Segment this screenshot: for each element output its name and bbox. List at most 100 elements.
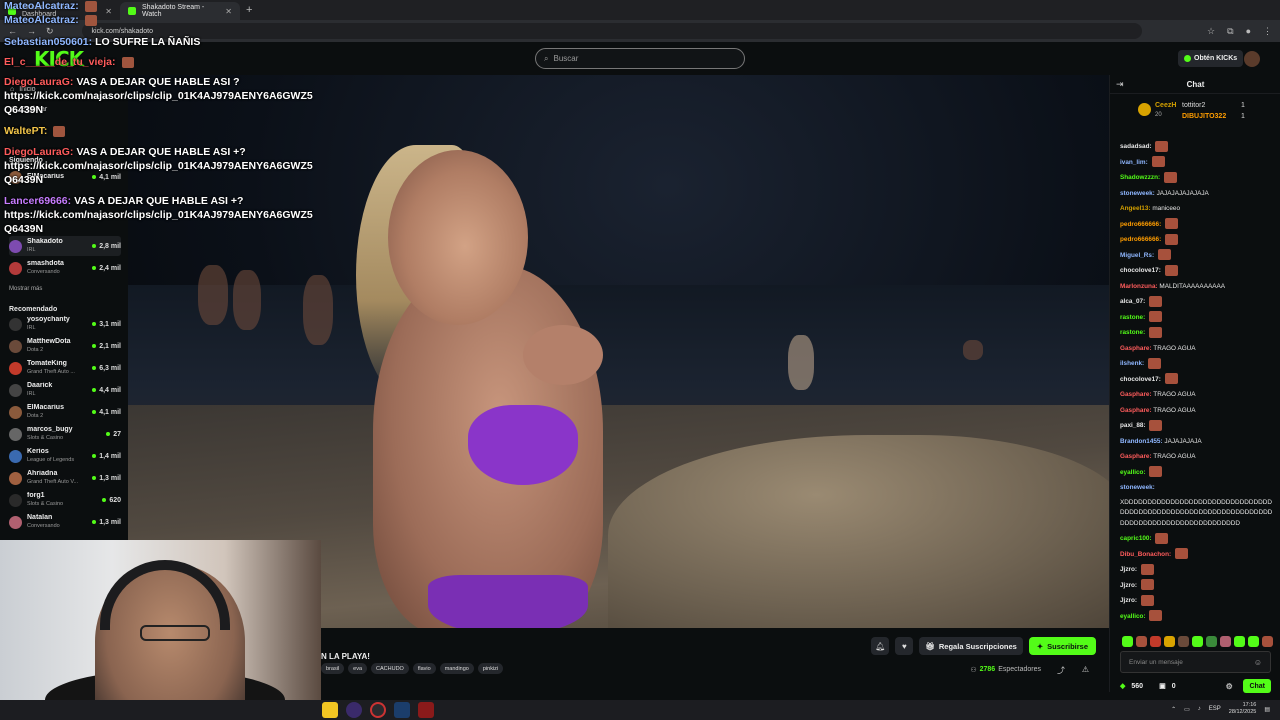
notification-bell-button[interactable]: 🔔︎ <box>871 637 890 655</box>
chat-username[interactable]: ilshenk: <box>1120 360 1144 367</box>
url-field[interactable]: kick.com/shakadoto <box>81 23 1142 39</box>
chat-username[interactable]: Jjzro: <box>1120 597 1137 604</box>
chat-username[interactable]: Jjzro: <box>1120 582 1137 589</box>
steam-icon[interactable] <box>394 702 410 718</box>
network-icon[interactable]: ▭ <box>1184 706 1190 713</box>
sidebar-channel[interactable]: MatthewDota Dota 2 2,1 mil <box>9 336 121 356</box>
chat-username[interactable]: Gasphare: <box>1120 345 1152 352</box>
chat-username[interactable]: paxi_88: <box>1120 422 1146 429</box>
sidebar-channel-shakadoto[interactable]: Shakadoto IRL 2,8 mil <box>9 236 121 256</box>
chat-username[interactable]: eyallico: <box>1120 613 1146 620</box>
subscribe-button[interactable]: ✦ Suscribirse <box>1028 637 1096 655</box>
chevron-up-icon[interactable]: ⌃ <box>1171 706 1176 713</box>
sidebar-channel[interactable]: Ahriadna Grand Theft Auto V... 1,3 mil <box>9 468 121 488</box>
search-input[interactable] <box>553 54 724 63</box>
gear-icon[interactable]: ⚙ <box>1226 682 1233 691</box>
emote-icon[interactable] <box>1234 636 1245 647</box>
chat-username[interactable]: stoneweek: <box>1120 484 1155 491</box>
sidebar-channel-smashdota[interactable]: smashdota Conversando 2,4 mil <box>9 258 121 278</box>
extensions-icon[interactable]: ⧉ <box>1227 26 1233 37</box>
chat-username[interactable]: Dibu_Bonachon: <box>1120 551 1171 558</box>
obs-icon[interactable] <box>346 702 362 718</box>
top-gifter-name[interactable]: CeezH <box>1155 102 1176 109</box>
chat-username[interactable]: rastone: <box>1120 314 1145 321</box>
emote-icon[interactable] <box>1206 636 1217 647</box>
chat-username[interactable]: chocolove17: <box>1120 376 1161 383</box>
chat-username[interactable]: Angeel13: <box>1120 205 1151 212</box>
sidebar-channel[interactable]: TomateKing Grand Theft Auto ... 6,3 mil <box>9 358 121 378</box>
show-more-link[interactable]: Mostrar más <box>9 286 42 292</box>
gift-subs-button[interactable]: 🎁︎ Regala Suscripciones <box>919 637 1023 655</box>
clock[interactable]: 17:16 28/12/2025 <box>1229 702 1257 716</box>
back-icon[interactable]: ← <box>8 26 17 36</box>
search-box[interactable]: ⌕ <box>535 48 745 69</box>
pinned-user-2[interactable]: tottitor2 <box>1182 102 1205 109</box>
chat-username[interactable]: Marlonzuna: <box>1120 283 1158 290</box>
chat-username[interactable]: Jjzro: <box>1120 566 1137 573</box>
emote-icon[interactable] <box>1164 636 1175 647</box>
chat-username[interactable]: Shadowzzzn: <box>1120 174 1160 181</box>
chat-username[interactable]: chocolove17: <box>1120 267 1161 274</box>
chat-send-button[interactable]: Chat <box>1243 679 1271 693</box>
sidebar-channel[interactable]: yosoychanty IRL 3,1 mil <box>9 314 121 334</box>
app-icon[interactable] <box>418 702 434 718</box>
emote-icon[interactable] <box>1178 636 1189 647</box>
sidebar-channel[interactable]: Natalan Conversando 1,3 mil <box>9 512 121 532</box>
sidebar-channel[interactable]: forg1 Slots & Casino 620 <box>9 490 121 510</box>
emote-icon[interactable] <box>1248 636 1259 647</box>
emote-icon[interactable] <box>1262 636 1273 647</box>
user-avatar[interactable] <box>1244 51 1260 67</box>
bookmark-star-icon[interactable]: ☆ <box>1207 26 1215 37</box>
language-indicator[interactable]: ESP <box>1209 706 1221 712</box>
chat-username[interactable]: stoneweek: <box>1120 190 1155 197</box>
notification-icon[interactable]: ▤ <box>1264 706 1270 713</box>
emoji-icon[interactable]: ☺ <box>1254 658 1262 667</box>
volume-icon[interactable]: ♪ <box>1198 706 1201 712</box>
stream-tag[interactable]: eva <box>348 663 368 674</box>
collapse-chat-icon[interactable]: ⇥ <box>1116 79 1124 90</box>
sidebar-channel[interactable]: marcos_bugy Slots & Casino 27 <box>9 424 121 444</box>
chat-username[interactable]: Brandon1455: <box>1120 438 1163 445</box>
reload-icon[interactable]: ↻ <box>46 26 54 37</box>
browser-tab-stream[interactable]: Shakadoto Stream - Watch ✕ <box>120 2 240 20</box>
follow-heart-button[interactable]: ♥ <box>895 637 914 655</box>
file-explorer-icon[interactable] <box>322 702 338 718</box>
chat-input[interactable] <box>1129 658 1249 666</box>
stream-tag[interactable]: flavio <box>412 663 436 674</box>
chat-input-box[interactable]: ☺ <box>1120 651 1271 673</box>
share-icon[interactable]: ⤴ <box>1057 665 1065 676</box>
forward-icon[interactable]: → <box>27 26 36 36</box>
emote-icon[interactable] <box>1136 636 1147 647</box>
close-tab-icon[interactable]: ✕ <box>225 7 232 16</box>
profile-icon[interactable]: ● <box>1246 26 1251 37</box>
chat-username[interactable]: Gasphare: <box>1120 453 1152 460</box>
chat-username[interactable]: pedro666666: <box>1120 221 1161 228</box>
stream-tag[interactable]: pinkizi <box>477 663 504 674</box>
chat-username[interactable]: Gasphare: <box>1120 391 1152 398</box>
pinned-user-3[interactable]: DIBUJITO322 <box>1182 113 1226 120</box>
chat-username[interactable]: Miguel_Rs: <box>1120 252 1154 259</box>
emote-icon[interactable] <box>1122 636 1133 647</box>
chat-username[interactable]: alca_07: <box>1120 298 1145 305</box>
get-kicks-button[interactable]: Obtén KICKs <box>1178 50 1244 67</box>
chat-username[interactable]: ivan_lim: <box>1120 159 1148 166</box>
browser-icon[interactable] <box>370 702 386 718</box>
chat-username[interactable]: Gasphare: <box>1120 407 1152 414</box>
close-tab-icon[interactable]: ✕ <box>105 7 112 16</box>
emote-icon[interactable] <box>1150 636 1161 647</box>
chat-username[interactable]: eyallico: <box>1120 469 1146 476</box>
chat-username[interactable]: rastone: <box>1120 329 1145 336</box>
stream-tag[interactable]: mandingo <box>439 663 474 674</box>
emote-icon[interactable] <box>1192 636 1203 647</box>
sidebar-channel[interactable]: Kerios League of Legends 1,4 mil <box>9 446 121 466</box>
chat-username[interactable]: pedro666666: <box>1120 236 1161 243</box>
stream-tag[interactable]: brasil <box>321 663 345 674</box>
sidebar-channel[interactable]: Daarick IRL 4,4 mil <box>9 380 121 400</box>
new-tab-icon[interactable]: + <box>246 4 252 16</box>
chat-username[interactable]: sadadsad: <box>1120 143 1152 150</box>
emote-icon[interactable] <box>1220 636 1231 647</box>
sidebar-channel[interactable]: ElMacarius Dota 2 4,1 mil <box>9 402 121 422</box>
menu-icon[interactable]: ⋮ <box>1263 26 1272 37</box>
chat-username[interactable]: capric100: <box>1120 535 1152 542</box>
stream-tag[interactable]: CACHUDO <box>371 663 409 674</box>
